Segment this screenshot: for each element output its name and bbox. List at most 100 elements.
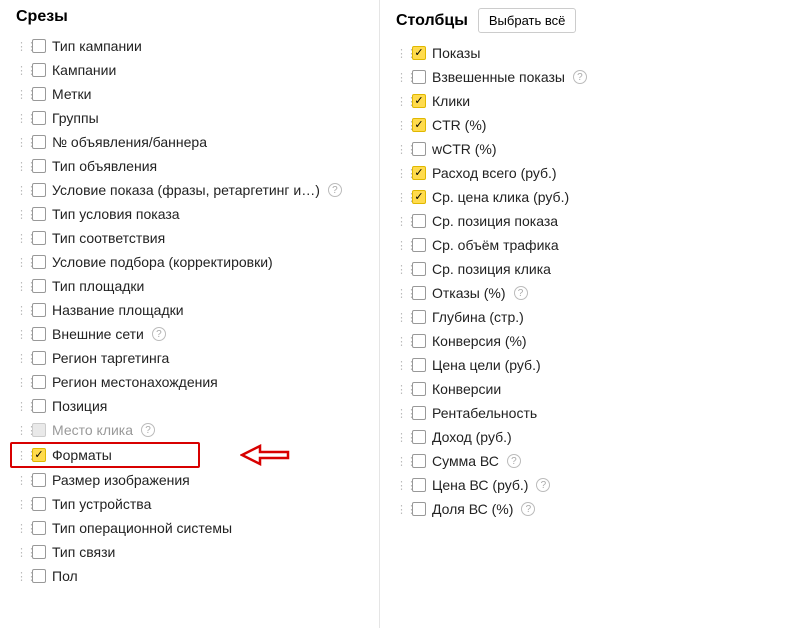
drag-handle-icon[interactable]: ⋮⋮ xyxy=(16,474,26,487)
checkbox[interactable] xyxy=(32,207,46,221)
drag-handle-icon[interactable]: ⋮⋮ xyxy=(396,95,406,108)
drag-handle-icon[interactable]: ⋮⋮ xyxy=(16,136,26,149)
drag-handle-icon[interactable]: ⋮⋮ xyxy=(396,215,406,228)
checkbox[interactable] xyxy=(32,87,46,101)
drag-handle-icon[interactable]: ⋮⋮ xyxy=(16,352,26,365)
drag-handle-icon[interactable]: ⋮⋮ xyxy=(16,64,26,77)
checkbox[interactable] xyxy=(412,454,426,468)
checkbox[interactable] xyxy=(32,159,46,173)
checkbox[interactable] xyxy=(412,358,426,372)
checkbox[interactable] xyxy=(32,183,46,197)
checkbox[interactable] xyxy=(32,39,46,53)
help-icon[interactable]: ? xyxy=(536,478,550,492)
checkbox[interactable] xyxy=(412,142,426,156)
drag-handle-icon[interactable]: ⋮⋮ xyxy=(396,479,406,492)
checkbox[interactable] xyxy=(32,351,46,365)
drag-handle-icon[interactable]: ⋮⋮ xyxy=(16,280,26,293)
checkbox[interactable] xyxy=(412,382,426,396)
checkbox[interactable] xyxy=(412,262,426,276)
select-all-button[interactable]: Выбрать всё xyxy=(478,8,576,33)
item-label: Цена ВС (руб.) xyxy=(432,477,528,493)
drag-handle-icon[interactable]: ⋮⋮ xyxy=(16,376,26,389)
checkbox[interactable] xyxy=(412,286,426,300)
checkbox[interactable] xyxy=(32,255,46,269)
checkbox[interactable] xyxy=(412,70,426,84)
help-icon[interactable]: ? xyxy=(521,502,535,516)
drag-handle-icon[interactable]: ⋮⋮ xyxy=(396,503,406,516)
help-icon[interactable]: ? xyxy=(141,423,155,437)
checkbox[interactable] xyxy=(412,238,426,252)
list-item: ⋮⋮Доход (руб.) xyxy=(392,425,793,449)
list-item: ⋮⋮Ср. позиция клика xyxy=(392,257,793,281)
drag-handle-icon[interactable]: ⋮⋮ xyxy=(396,119,406,132)
help-icon[interactable]: ? xyxy=(328,183,342,197)
checkbox[interactable] xyxy=(32,231,46,245)
help-icon[interactable]: ? xyxy=(573,70,587,84)
checkbox[interactable]: ✓ xyxy=(32,448,46,462)
checkbox[interactable] xyxy=(32,303,46,317)
drag-handle-icon[interactable]: ⋮⋮ xyxy=(396,47,406,60)
drag-handle-icon[interactable]: ⋮⋮ xyxy=(16,112,26,125)
drag-handle-icon[interactable]: ⋮⋮ xyxy=(16,160,26,173)
drag-handle-icon[interactable]: ⋮⋮ xyxy=(396,71,406,84)
checkbox[interactable]: ✓ xyxy=(412,118,426,132)
drag-handle-icon[interactable]: ⋮⋮ xyxy=(396,335,406,348)
list-item: ⋮⋮Внешние сети? xyxy=(12,322,367,346)
checkbox[interactable] xyxy=(32,545,46,559)
checkbox[interactable]: ✓ xyxy=(412,190,426,204)
checkbox[interactable] xyxy=(32,111,46,125)
checkbox[interactable] xyxy=(412,310,426,324)
checkbox[interactable] xyxy=(412,502,426,516)
item-label: Ср. цена клика (руб.) xyxy=(432,189,569,205)
checkbox[interactable] xyxy=(32,63,46,77)
drag-handle-icon[interactable]: ⋮⋮ xyxy=(396,383,406,396)
drag-handle-icon[interactable]: ⋮⋮ xyxy=(396,455,406,468)
checkbox[interactable] xyxy=(32,497,46,511)
drag-handle-icon[interactable]: ⋮⋮ xyxy=(16,184,26,197)
drag-handle-icon[interactable]: ⋮⋮ xyxy=(16,546,26,559)
checkbox[interactable] xyxy=(412,334,426,348)
drag-handle-icon[interactable]: ⋮⋮ xyxy=(16,400,26,413)
slices-list: ⋮⋮Тип кампании⋮⋮Кампании⋮⋮Метки⋮⋮Группы⋮… xyxy=(12,34,367,588)
checkbox[interactable] xyxy=(32,521,46,535)
drag-handle-icon[interactable]: ⋮⋮ xyxy=(16,328,26,341)
drag-handle-icon[interactable]: ⋮⋮ xyxy=(396,407,406,420)
drag-handle-icon[interactable]: ⋮⋮ xyxy=(396,359,406,372)
checkbox[interactable]: ✓ xyxy=(412,166,426,180)
drag-handle-icon[interactable]: ⋮⋮ xyxy=(16,304,26,317)
help-icon[interactable]: ? xyxy=(514,286,528,300)
drag-handle-icon[interactable]: ⋮⋮ xyxy=(16,40,26,53)
checkbox[interactable] xyxy=(32,327,46,341)
checkbox[interactable] xyxy=(32,279,46,293)
drag-handle-icon[interactable]: ⋮⋮ xyxy=(396,311,406,324)
checkbox[interactable] xyxy=(32,569,46,583)
drag-handle-icon[interactable]: ⋮⋮ xyxy=(16,498,26,511)
drag-handle-icon[interactable]: ⋮⋮ xyxy=(396,191,406,204)
item-label: Клики xyxy=(432,93,470,109)
drag-handle-icon[interactable]: ⋮⋮ xyxy=(16,570,26,583)
drag-handle-icon[interactable]: ⋮⋮ xyxy=(16,449,26,462)
checkbox[interactable] xyxy=(412,430,426,444)
help-icon[interactable]: ? xyxy=(152,327,166,341)
checkbox[interactable] xyxy=(32,135,46,149)
checkbox[interactable] xyxy=(412,214,426,228)
checkbox[interactable]: ✓ xyxy=(412,46,426,60)
drag-handle-icon[interactable]: ⋮⋮ xyxy=(396,167,406,180)
help-icon[interactable]: ? xyxy=(507,454,521,468)
checkbox[interactable] xyxy=(412,478,426,492)
drag-handle-icon[interactable]: ⋮⋮ xyxy=(16,208,26,221)
drag-handle-icon[interactable]: ⋮⋮ xyxy=(396,263,406,276)
checkbox[interactable] xyxy=(32,399,46,413)
drag-handle-icon[interactable]: ⋮⋮ xyxy=(396,143,406,156)
drag-handle-icon[interactable]: ⋮⋮ xyxy=(16,232,26,245)
drag-handle-icon[interactable]: ⋮⋮ xyxy=(396,239,406,252)
checkbox[interactable] xyxy=(32,375,46,389)
checkbox[interactable] xyxy=(412,406,426,420)
checkbox[interactable]: ✓ xyxy=(412,94,426,108)
checkbox[interactable] xyxy=(32,473,46,487)
drag-handle-icon[interactable]: ⋮⋮ xyxy=(16,88,26,101)
drag-handle-icon[interactable]: ⋮⋮ xyxy=(16,522,26,535)
drag-handle-icon[interactable]: ⋮⋮ xyxy=(16,256,26,269)
drag-handle-icon[interactable]: ⋮⋮ xyxy=(396,431,406,444)
drag-handle-icon[interactable]: ⋮⋮ xyxy=(396,287,406,300)
